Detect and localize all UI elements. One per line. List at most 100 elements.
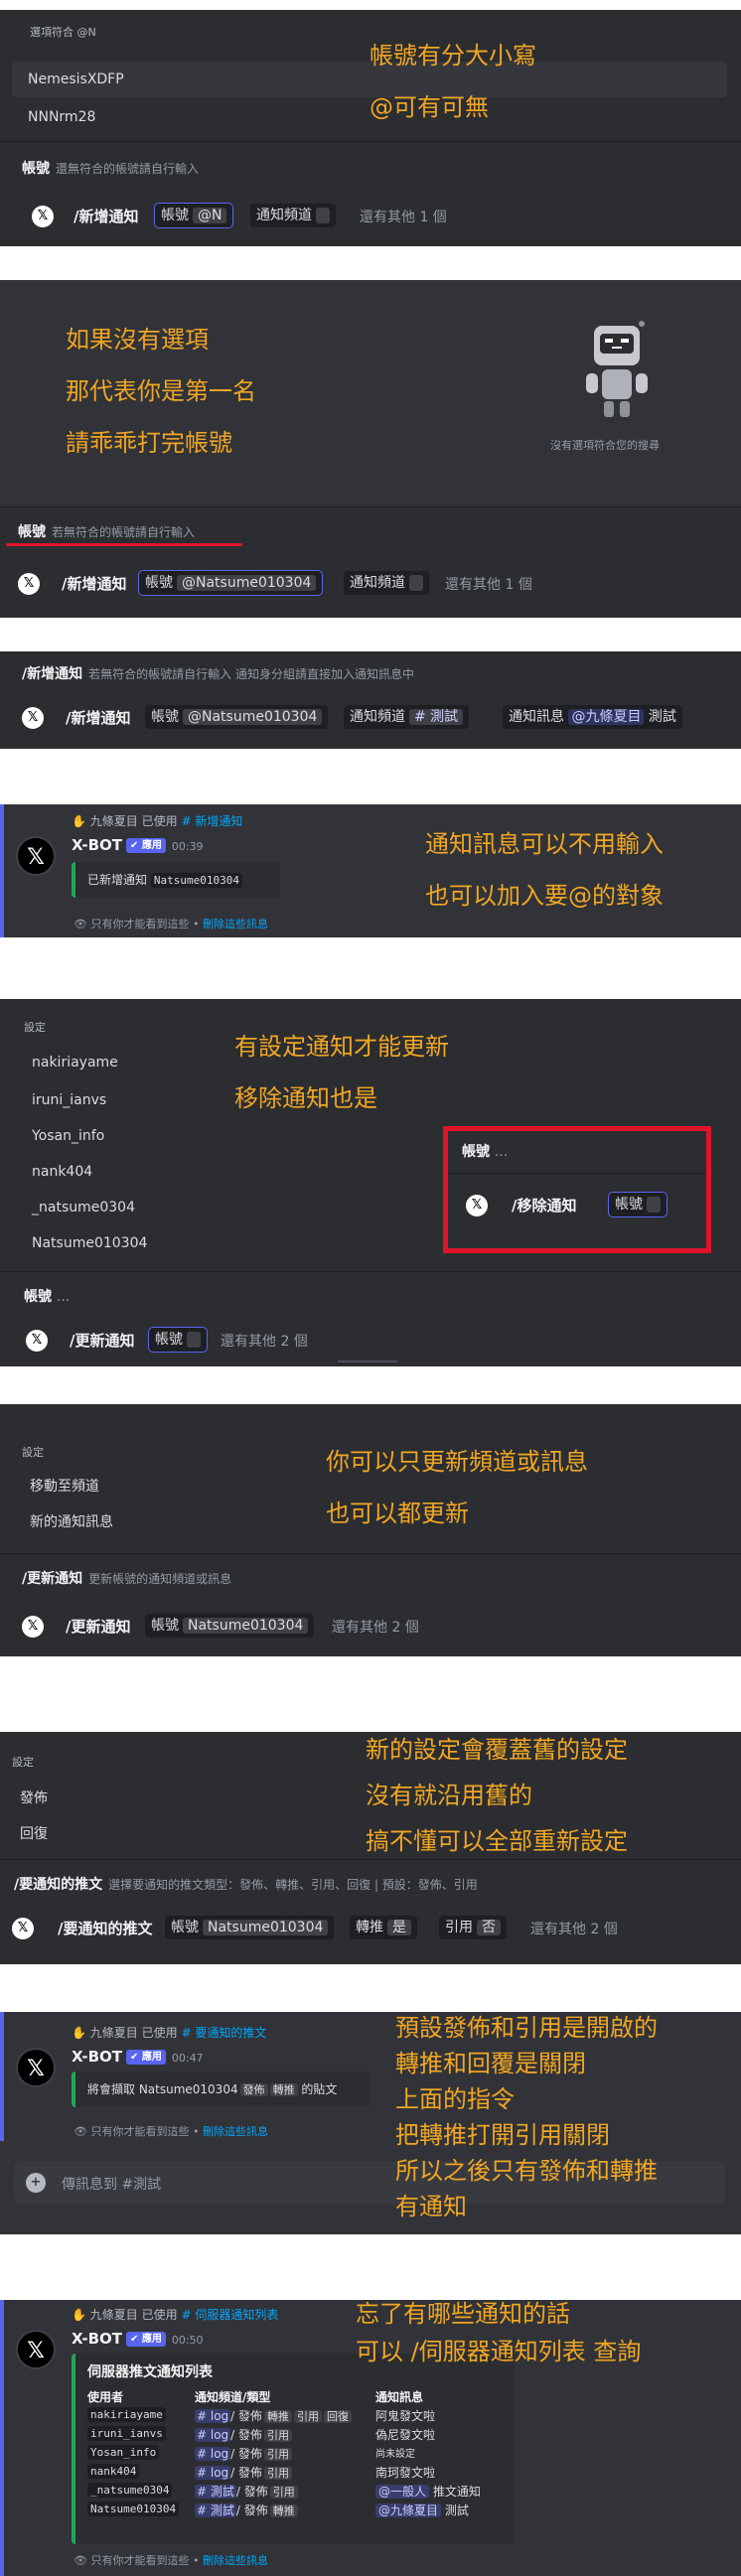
command-title: /新增通知 若無符合的帳號請自行輸入 通知身分組請直接加入通知訊息中 xyxy=(22,666,414,682)
account-option-chip[interactable]: 帳號 Natsume010304 xyxy=(145,1614,315,1638)
command-name: /更新通知 xyxy=(66,1618,131,1636)
table-row: nank404 # log / 發佈 引用 南珂發文啦 xyxy=(83,2463,485,2482)
col-channel-type: 通知頻道/類型 xyxy=(195,2390,271,2404)
account-option-chip[interactable]: 帳號 Natsume010304 xyxy=(165,1916,335,1939)
command-title: /要通知的推文 選擇要通知的推文類型：發佈、轉推、引用、回復 | 預設：發佈、引用 xyxy=(14,1877,478,1893)
table-row: Natsume010304 # 測試 / 發佈 轉推 @九條夏目 測試 xyxy=(83,2501,485,2519)
option-account[interactable]: iruni_ianvs xyxy=(32,1092,106,1108)
option-move-channel[interactable]: 移動至頻道 xyxy=(30,1476,99,1496)
x-logo-icon: 𝕏 xyxy=(22,1616,44,1638)
annotation: 如果沒有選項 xyxy=(66,326,209,354)
annotation: 有設定通知才能更新 xyxy=(234,1033,449,1061)
command-name: /更新通知 xyxy=(70,1332,135,1350)
table-row: Yosan_info # log / 發佈 引用 尚未設定 xyxy=(83,2444,485,2463)
annotation: 有通知 xyxy=(395,2193,467,2220)
x-logo-icon: 𝕏 xyxy=(22,707,44,729)
x-logo-icon: 𝕏 xyxy=(26,1330,48,1352)
reply-context: ✋ 九條夏目 已使用 # 新增通知 xyxy=(72,814,243,828)
option-publish[interactable]: 發佈 xyxy=(20,1788,48,1807)
annotation: 搞不懂可以全部重新設定 xyxy=(366,1827,628,1855)
annotation: 預設發佈和引用是開啟的 xyxy=(395,2014,658,2042)
notification-table: 使用者 通知頻道/類型 通知訊息 nakiriayame # log / 發佈 轉推… xyxy=(83,2387,485,2519)
col-message: 通知訊息 xyxy=(375,2390,424,2404)
bot-avatar[interactable]: 𝕏 xyxy=(16,2330,56,2369)
panel-update-settings: 設定 移動至頻道 新的通知訊息 你可以只更新頻道或訊息 也可以都更新 /更新通知… xyxy=(0,1404,741,1656)
more-options[interactable]: 還有其他 2 個 xyxy=(530,1919,618,1938)
option-new-message[interactable]: 新的通知訊息 xyxy=(30,1511,113,1531)
command-options-bar: 帳號 ... 𝕏 /更新通知 帳號 還有其他 2 個 xyxy=(0,1271,741,1366)
result-embed: 將會擷取 Natsume010304 發佈 轉推 的貼文 xyxy=(72,2072,370,2107)
reply-context: ✋ 九條夏目 已使用 # 伺服器通知列表 xyxy=(72,2308,279,2322)
bot-name[interactable]: X-BOT ✔ 應用 00:39 xyxy=(72,836,204,854)
ephemeral-bar xyxy=(0,2012,4,2141)
command-name: /新增通知 xyxy=(74,208,139,225)
more-options[interactable]: 還有其他 2 個 xyxy=(332,1617,419,1637)
annotation: 移除通知也是 xyxy=(234,1084,377,1112)
ephemeral-note: 👁 只有你才能看到這些 • 刪除這些訊息 xyxy=(74,918,268,930)
option-account[interactable]: _natsume0304 xyxy=(32,1200,135,1216)
options-header: 設定 xyxy=(24,1021,46,1034)
ephemeral-note: 👁 只有你才能看到這些 • 刪除這些訊息 xyxy=(74,2554,268,2567)
panel-no-options: 如果沒有選項 那代表你是第一名 請乖乖打完帳號 沒有選項符合您的搜尋 帳號 若無符… xyxy=(0,280,741,618)
command-name: /要通知的推文 xyxy=(58,1920,153,1937)
option-account[interactable]: nank404 xyxy=(32,1164,92,1180)
quote-option-chip[interactable]: 引用否 xyxy=(439,1916,507,1939)
account-option-chip[interactable]: 帳號 @Natsume010304 xyxy=(145,705,329,729)
option-account[interactable]: Natsume010304 xyxy=(32,1235,147,1251)
x-logo-icon: 𝕏 xyxy=(32,206,54,227)
message-option-chip[interactable]: 通知訊息 @九條夏目 測試 xyxy=(503,705,682,729)
annotation: 上面的指令 xyxy=(395,2085,515,2113)
annotation: 沒有就沿用舊的 xyxy=(366,1782,532,1809)
result-embed: 已新增通知 Natsume010304 xyxy=(72,862,280,898)
annotation: 可以 /伺服器通知列表 查詢 xyxy=(356,2338,642,2365)
annotation: 忘了有哪些通知的話 xyxy=(356,2300,570,2328)
field-title: 帳號 還無符合的帳號請自行輸入 xyxy=(22,161,200,177)
list-embed: 伺服器推文通知列表 使用者 通知頻道/類型 通知訊息 nakiriayame #… xyxy=(72,2354,515,2544)
remove-popup: 帳號 ... 𝕏 /移除通知 帳號 xyxy=(443,1126,711,1253)
account-option-chip[interactable]: 帳號 @N xyxy=(153,203,234,228)
option-account[interactable]: nakiriayame xyxy=(32,1055,118,1071)
more-options[interactable]: 還有其他 1 個 xyxy=(360,207,447,226)
underline-mark xyxy=(6,543,242,546)
panel-server-list: ✋ 九條夏目 已使用 # 伺服器通知列表 𝕏 X-BOT ✔ 應用 00:50 伺服… xyxy=(0,2300,741,2576)
channel-option-chip[interactable]: 通知頻道 xyxy=(344,571,430,595)
option-account[interactable]: Yosan_info xyxy=(32,1128,104,1144)
options-header: 設定 xyxy=(12,1756,34,1769)
field-title: 帳號 若無符合的帳號請自行輸入 xyxy=(18,524,196,540)
annotation: 帳號有分大小寫 xyxy=(370,42,536,70)
annotation: 那代表你是第一名 xyxy=(66,377,256,405)
bot-name[interactable]: X-BOT ✔ 應用 00:47 xyxy=(72,2048,204,2066)
option-nemesisxdfp[interactable]: NemesisXDFP xyxy=(28,72,124,87)
option-reply[interactable]: 回復 xyxy=(20,1823,48,1843)
bot-name[interactable]: X-BOT ✔ 應用 00:50 xyxy=(72,2330,204,2348)
popup-field-title: 帳號 ... xyxy=(462,1144,509,1160)
channel-option-chip[interactable]: 通知頻道 # 測試 xyxy=(344,705,470,729)
reply-context: ✋ 九條夏目 已使用 # 要通知的推文 xyxy=(72,2026,267,2040)
annotation: 新的設定會覆蓋舊的設定 xyxy=(366,1736,628,1764)
retweet-option-chip[interactable]: 轉推是 xyxy=(350,1916,417,1939)
bot-avatar[interactable]: 𝕏 xyxy=(16,836,56,876)
bot-avatar[interactable]: 𝕏 xyxy=(16,2048,56,2087)
annotation: 所以之後只有發佈和轉推 xyxy=(395,2157,658,2185)
more-options[interactable]: 還有其他 1 個 xyxy=(445,574,532,594)
annotation: 也可以都更新 xyxy=(326,1500,469,1527)
command-options-bar: /要通知的推文 選擇要通知的推文類型：發佈、轉推、引用、回復 | 預設：發佈、引用… xyxy=(0,1859,741,1964)
channel-option-chip[interactable]: 通知頻道 xyxy=(250,204,337,227)
remove-account-chip[interactable]: 帳號 xyxy=(607,1192,668,1217)
account-option-chip[interactable]: 帳號 @Natsume010304 xyxy=(137,570,324,596)
ephemeral-bar xyxy=(0,2300,4,2576)
panel-tweet-types: 設定 發佈 回復 新的設定會覆蓋舊的設定 沒有就沿用舊的 搞不懂可以全部重新設定… xyxy=(0,1732,741,1964)
command-title: /更新通知 更新帳號的通知頻道或訊息 xyxy=(22,1571,232,1587)
add-attachment-icon[interactable]: + xyxy=(26,2173,46,2193)
panel-update-remove: 設定 nakiriayame iruni_ianvs Yosan_info na… xyxy=(0,999,741,1366)
ephemeral-bar xyxy=(0,804,4,937)
empty-robot-icon xyxy=(572,316,662,425)
annotation: 把轉推打開引用關閉 xyxy=(395,2121,610,2149)
account-option-chip[interactable]: 帳號 xyxy=(147,1327,209,1353)
annotation: @可有可無 xyxy=(370,93,489,121)
table-row: iruni_ianvs # log / 發佈 引用 偽尼發文啦 xyxy=(83,2425,485,2444)
annotation: 也可以加入要@的對象 xyxy=(425,882,664,910)
more-options[interactable]: 還有其他 2 個 xyxy=(221,1331,308,1351)
annotation: 你可以只更新頻道或訊息 xyxy=(326,1448,588,1476)
option-nnnrm28[interactable]: NNNrm28 xyxy=(28,109,95,125)
